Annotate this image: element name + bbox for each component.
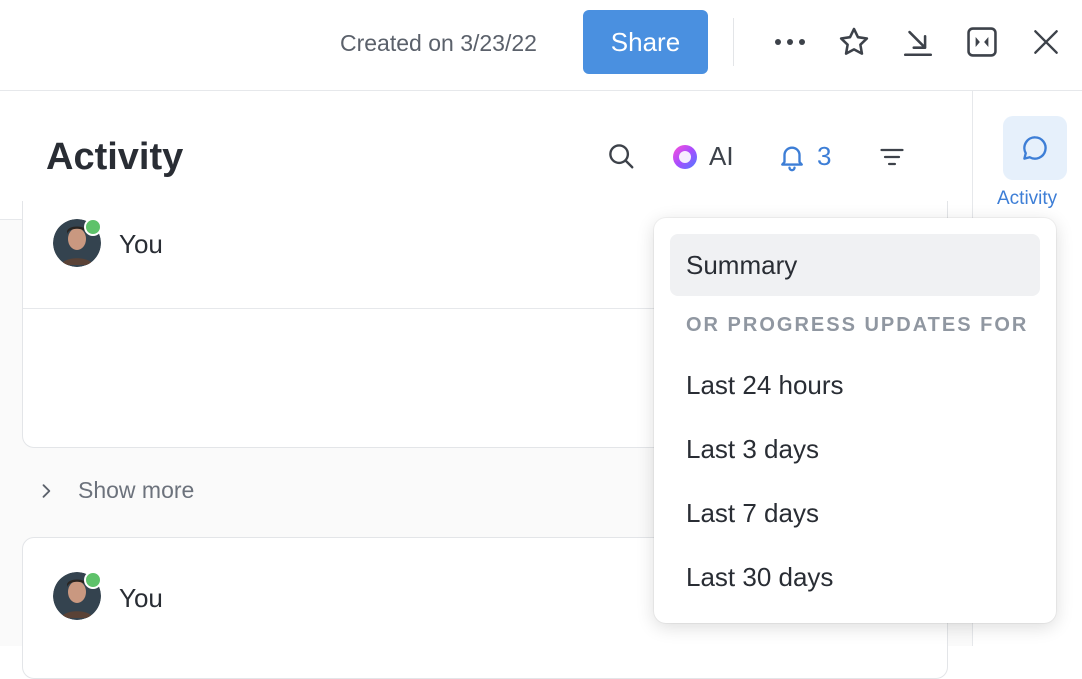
more-icon[interactable] [772, 24, 808, 60]
menu-item-summary[interactable]: Summary [670, 234, 1040, 296]
collapse-panel-icon[interactable] [964, 24, 1000, 60]
activity-tab-button[interactable] [1003, 116, 1067, 180]
created-date-text: Created on 3/23/22 [340, 30, 537, 56]
activity-tab-label[interactable]: Activity [997, 188, 1057, 210]
notification-count[interactable]: 3 [817, 141, 831, 171]
star-icon[interactable] [836, 24, 872, 60]
menu-item-last-30-days[interactable]: Last 30 days [670, 546, 1040, 608]
user-name[interactable]: You [119, 583, 163, 613]
menu-item-last-24-hours[interactable]: Last 24 hours [670, 354, 1040, 416]
menu-item-last-3-days[interactable]: Last 3 days [670, 418, 1040, 480]
avatar[interactable] [53, 571, 102, 620]
menu-section-label: OR PROGRESS UPDATES FOR [686, 314, 1029, 336]
top-bar: Created on 3/23/22 Share [0, 0, 1082, 91]
show-more-label: Show more [78, 477, 195, 503]
ai-icon[interactable] [671, 143, 699, 171]
user-name[interactable]: You [119, 229, 163, 259]
menu-item-last-7-days[interactable]: Last 7 days [670, 482, 1040, 544]
show-more-toggle[interactable]: Show more [36, 477, 194, 504]
page-title: Activity [46, 136, 184, 178]
share-button[interactable]: Share [583, 10, 708, 74]
avatar[interactable] [53, 218, 102, 267]
toolbar-divider [733, 18, 734, 66]
bell-icon[interactable] [776, 141, 808, 173]
filter-icon[interactable] [876, 141, 908, 173]
search-icon[interactable] [604, 139, 638, 173]
online-status-dot [84, 571, 102, 589]
ai-button-label[interactable]: AI [709, 141, 734, 171]
chevron-right-icon [42, 483, 51, 498]
online-status-dot [84, 218, 102, 236]
download-icon[interactable] [900, 24, 936, 60]
comment-icon [1023, 136, 1047, 160]
activity-filter-menu: Summary OR PROGRESS UPDATES FOR Last 24 … [654, 218, 1056, 623]
close-icon[interactable] [1028, 24, 1064, 60]
